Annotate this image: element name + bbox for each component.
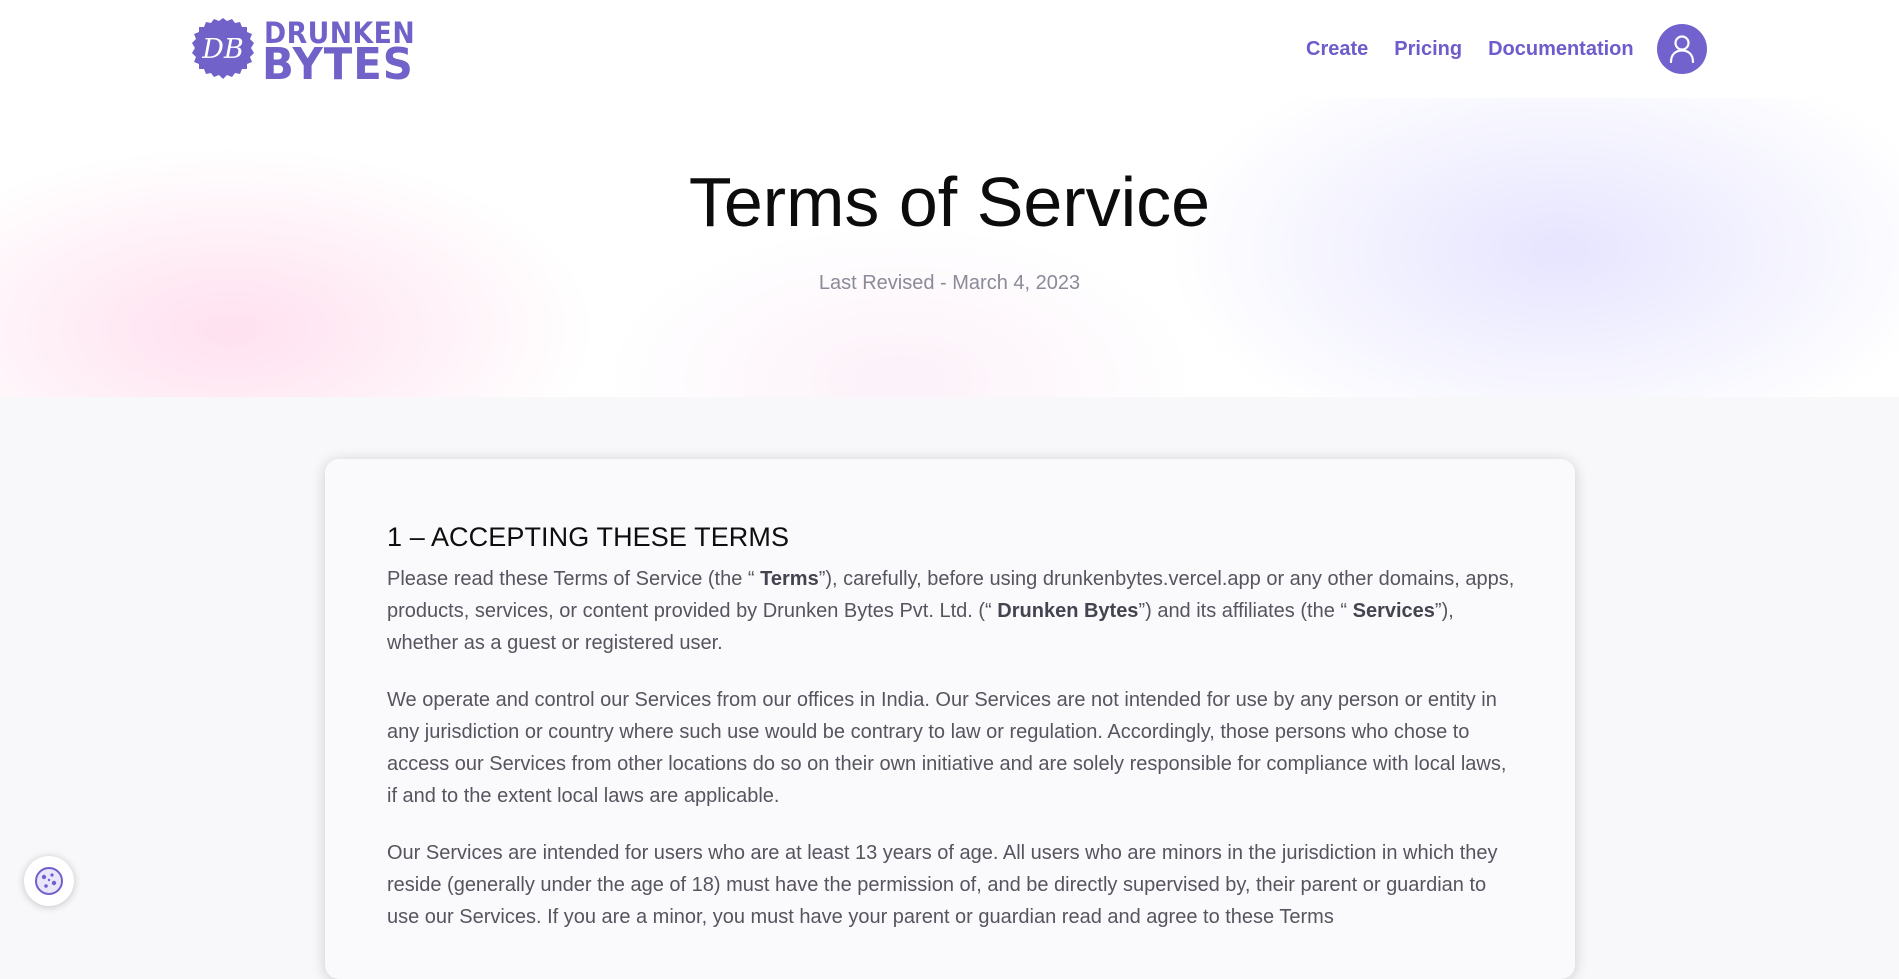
nav-documentation-link[interactable]: Documentation: [1488, 36, 1634, 62]
logo-badge-icon: DB: [192, 17, 254, 79]
terms-paragraph-2: We operate and control our Services from…: [387, 689, 1507, 807]
page-title: Terms of Service: [688, 163, 1211, 241]
nav-pricing-link[interactable]: Pricing: [1394, 36, 1462, 62]
user-icon: [1669, 35, 1695, 63]
svg-text:DB: DB: [201, 34, 244, 65]
terms-content: 1 – ACCEPTING THESE TERMS Please read th…: [387, 521, 1517, 933]
nav-create-link[interactable]: Create: [1306, 36, 1368, 62]
logo-name-bottom: BYTES: [262, 39, 414, 90]
section-heading: 1 – ACCEPTING THESE TERMS: [387, 522, 790, 552]
terms-paragraph-1: Please read these Terms of Service (the …: [387, 568, 1515, 654]
terms-content-card: 1 – ACCEPTING THESE TERMS Please read th…: [325, 459, 1575, 979]
terms-term-bold: Terms: [760, 568, 819, 590]
main-nav: Create Pricing Documentation: [1306, 36, 1634, 62]
drunken-bytes-term-bold: Drunken Bytes: [997, 600, 1139, 622]
cookie-settings-button[interactable]: [24, 856, 74, 906]
navbar: DB DRUNKEN BYTES Create Pricing Document…: [0, 0, 1899, 98]
terms-paragraph-3: Our Services are intended for users who …: [387, 842, 1498, 928]
user-avatar-button[interactable]: [1657, 24, 1707, 74]
last-revised-date: Last Revised - March 4, 2023: [818, 272, 1081, 294]
logo[interactable]: DB DRUNKEN BYTES: [192, 16, 415, 89]
services-term-bold: Services: [1352, 600, 1435, 622]
cookie-icon: [35, 867, 63, 895]
